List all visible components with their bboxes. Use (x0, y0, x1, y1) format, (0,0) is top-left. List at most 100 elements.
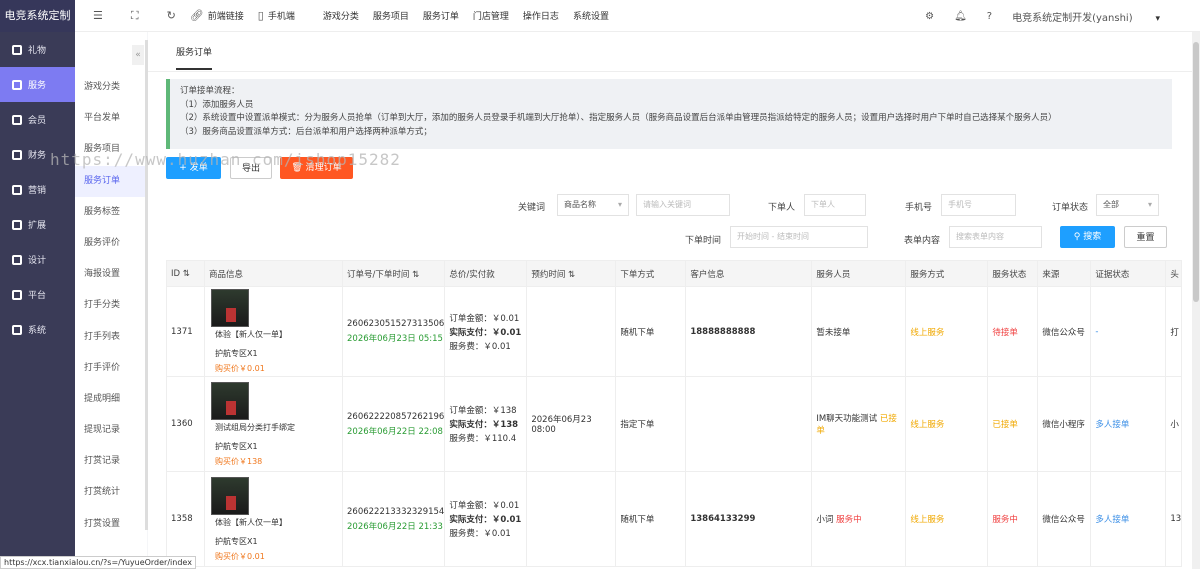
tab-service-orders[interactable]: 服务订单 (176, 45, 213, 70)
customer-phone: 18888888888 (690, 326, 756, 337)
subnav-item[interactable]: 服务标签 (75, 197, 147, 228)
column-header[interactable]: 预约时间 ⇅ (526, 260, 617, 287)
mobile-icon: ▯ (257, 9, 264, 22)
sidebar-item-4[interactable]: 营销 (0, 172, 75, 207)
column-header[interactable]: ID ⇅ (166, 260, 205, 287)
help-icon[interactable]: ? (987, 11, 992, 22)
subnav-item[interactable]: 服务评价 (75, 228, 147, 259)
sidebar-item-5[interactable]: 扩展 (0, 207, 75, 242)
mobile-link[interactable]: ▯ 手机端 (258, 9, 295, 22)
sidebar-item-label: 扩展 (28, 221, 47, 231)
sub-nav: 游戏分类 平台发单 服务项目 服务订单 服务标签 服务评价 海报设置 打手分类 打手列表 打手评价… (75, 72, 147, 540)
service-mode: 线上服务 (910, 515, 945, 525)
column-header[interactable]: 订单号/下单时间 ⇅ (341, 260, 446, 287)
evidence-status[interactable]: - (1095, 327, 1098, 337)
sidebar-item-8[interactable]: 系统 (0, 312, 75, 347)
order-amount: 订单金额：￥0.01 (449, 313, 520, 324)
top-menu-game-category[interactable]: 游戏分类 (323, 9, 359, 22)
order-source: 微信公众号 (1042, 515, 1085, 525)
subnav-item[interactable]: 海报设置 (75, 259, 147, 290)
subnav-item[interactable]: 打赏记录 (75, 446, 147, 477)
column-header[interactable]: 来源 (1037, 260, 1092, 287)
sidebar-item-label: 会员 (28, 116, 47, 126)
order-source: 微信公众号 (1042, 327, 1085, 338)
subnav-item[interactable]: 打手分类 (75, 290, 147, 321)
product-price: 购买价￥138 (215, 456, 263, 466)
page-scrollbar[interactable] (1192, 32, 1200, 569)
subnav-item[interactable]: 打赏设置 (75, 509, 147, 540)
product-name: 体验【新人仅一单】 (215, 330, 287, 339)
sidebar-item-0[interactable]: 礼物 (0, 32, 75, 67)
phone-input[interactable]: 手机号 (941, 194, 1016, 216)
form-content-label: 表单内容 (904, 236, 941, 246)
column-header[interactable]: 证据状态 (1090, 260, 1167, 287)
column-header[interactable]: 下单方式 (615, 260, 687, 287)
order-number: 260622213332329154 (347, 506, 445, 517)
service-status: 服务中 (992, 515, 1018, 525)
product-spec: 护航专区X1 (215, 441, 258, 451)
evidence-status[interactable]: 多人接单 (1095, 515, 1129, 525)
frontend-link[interactable]: 🔗︎ 前端链接 (190, 9, 244, 22)
orders-table: ID ⇅ 商品信息 订单号/下单时间 ⇅ 总价/实付款 预约时间 ⇅ 下单方式 客户信息 服务… (166, 260, 1183, 567)
order-id: 1360 (171, 419, 193, 429)
bell-icon[interactable]: 🔔︎ (954, 11, 967, 22)
column-header[interactable]: 客户信息 (685, 260, 813, 287)
reset-button[interactable]: 重置 (1124, 226, 1167, 248)
subnav-item[interactable]: 打赏统计 (75, 477, 147, 508)
top-menu-store[interactable]: 门店管理 (473, 9, 509, 22)
product-thumbnail (211, 476, 249, 515)
service-fee: 服务费：￥0.01 (449, 529, 511, 539)
table-row[interactable]: 1358 体验【新人仅一单】 护航专区X1 购买价￥0.01 2606222133323… (166, 471, 1183, 567)
sidebar-item-7[interactable]: 平台 (0, 277, 75, 312)
product-spec: 护航专区X1 (215, 536, 258, 546)
column-header[interactable]: 头 (1165, 260, 1183, 287)
subnav-item[interactable]: 提成明细 (75, 384, 147, 415)
sub-sidebar: 游戏分类 平台发单 服务项目 服务订单 服务标签 服务评价 海报设置 打手分类 打手列表 打手评价… (75, 32, 147, 569)
subnav-item[interactable]: 服务订单 (75, 165, 147, 197)
column-header[interactable]: 服务人员 (811, 260, 907, 287)
top-menu-logs[interactable]: 操作日志 (523, 9, 559, 22)
user-menu[interactable]: 电竞系统定制开发(yanshi) ▾ (1012, 9, 1160, 24)
order-number: 260622220857262196 (347, 411, 445, 422)
subnav-item[interactable]: 平台发单 (75, 103, 147, 134)
orderer-input[interactable]: 下单人 (804, 194, 866, 216)
order-time: 2026年06月22日 21:33 (347, 521, 443, 532)
subnav-item[interactable]: 游戏分类 (75, 72, 147, 103)
table-row[interactable]: 1360 测试组局分类打手绑定 护航专区X1 购买价￥138 2606222208572… (166, 376, 1183, 472)
search-button[interactable]: ⚲ 搜索 (1060, 226, 1115, 248)
phone-label: 手机号 (905, 203, 933, 213)
gift-icon (12, 44, 22, 55)
subnav-item[interactable]: 打手评价 (75, 353, 147, 384)
top-menu-service-orders[interactable]: 服务订单 (423, 9, 459, 22)
keyword-input[interactable]: 请输入关键词 (636, 194, 730, 216)
evidence-status[interactable]: 多人接单 (1095, 420, 1129, 430)
table-row[interactable]: 1371 体验【新人仅一单】 护航专区X1 购买价￥0.01 2606230515273… (166, 286, 1183, 377)
column-header[interactable]: 服务方式 (905, 260, 989, 287)
service-fee: 服务费：￥110.4 (449, 434, 517, 444)
tab-bar: 服务订单 (148, 32, 1192, 72)
collapse-icon[interactable]: « (132, 45, 144, 65)
order-time: 2026年06月22日 22:08 (347, 426, 443, 437)
subnav-item[interactable]: 打手列表 (75, 322, 147, 353)
refresh-icon[interactable]: ↻ (167, 9, 176, 22)
fullscreen-icon[interactable]: ⛶ (131, 9, 139, 23)
column-header[interactable]: 总价/实付款 (444, 260, 528, 287)
order-time-input[interactable]: 开始时间 - 结束时间 (730, 226, 868, 248)
top-menu-settings[interactable]: 系统设置 (573, 9, 609, 22)
sidebar-item-6[interactable]: 设计 (0, 242, 75, 277)
sidebar-item-1[interactable]: 服务 (0, 67, 75, 102)
theme-icon[interactable]: ⚙ (925, 11, 934, 22)
design-icon (12, 254, 22, 265)
order-status-select[interactable]: 全部 (1096, 194, 1159, 216)
form-content-input[interactable]: 搜索表单内容 (949, 226, 1042, 248)
sidebar-item-label: 财务 (28, 151, 47, 161)
column-header[interactable]: 商品信息 (204, 260, 343, 287)
menu-toggle-icon[interactable]: ☰ (93, 9, 103, 22)
keyword-type-select[interactable]: 商品名称 (557, 194, 629, 216)
customer-phone: 13864133299 (690, 514, 756, 524)
sidebar-item-2[interactable]: 会员 (0, 102, 75, 137)
subnav-item[interactable]: 提现记录 (75, 415, 147, 446)
top-menu-service-items[interactable]: 服务项目 (373, 9, 409, 22)
column-header[interactable]: 服务状态 (987, 260, 1039, 287)
status-bar-url: https://xcx.tianxialou.cn/?s=/YuyueOrder… (0, 556, 196, 569)
